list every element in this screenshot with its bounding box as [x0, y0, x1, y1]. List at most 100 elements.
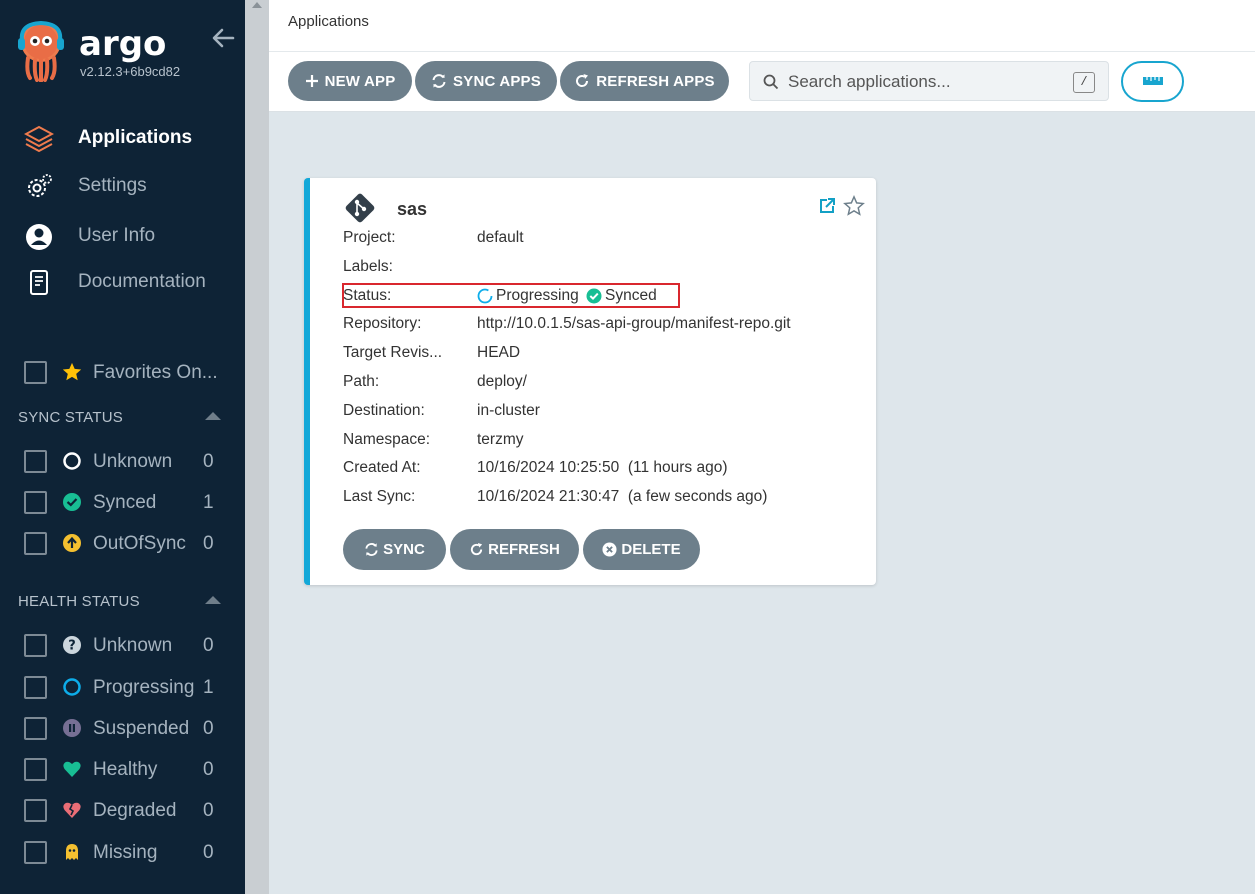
favorites-label: Favorites On... [93, 362, 218, 383]
app-card[interactable]: sas Project: default Labels: Status: Pro… [304, 178, 876, 585]
filter-count: 0 [203, 635, 214, 656]
filter-count: 0 [203, 718, 214, 739]
refresh-apps-label: REFRESH APPS [596, 72, 715, 90]
sidebar-scrollbar[interactable] [245, 0, 269, 894]
sync-status-collapse-toggle[interactable] [205, 412, 221, 420]
filter-label: Unknown [93, 635, 173, 656]
health-progressing-checkbox[interactable] [24, 676, 47, 699]
new-app-label: NEW APP [324, 72, 396, 90]
broken-heart-icon [63, 802, 81, 818]
health-degraded-checkbox[interactable] [24, 799, 47, 822]
health-filter-missing: Missing 0 [0, 835, 245, 871]
refresh-icon [576, 74, 589, 87]
search-shortcut-hint: / [1073, 72, 1095, 93]
argo-logo-icon [18, 20, 64, 82]
labels-label: Labels: [343, 258, 393, 275]
gear-icon [28, 174, 52, 197]
view-toggle-button[interactable] [1121, 61, 1184, 102]
destination-value: in-cluster [477, 402, 540, 419]
refresh-button[interactable]: REFRESH [450, 529, 579, 570]
health-missing-checkbox[interactable] [24, 841, 47, 864]
check-circle-icon [63, 493, 81, 511]
health-status-collapse-toggle[interactable] [205, 596, 221, 604]
book-icon [30, 270, 48, 295]
favorites-filter: Favorites On... [0, 355, 245, 391]
refresh-apps-button[interactable]: REFRESH APPS [560, 61, 729, 101]
sync-apps-label: SYNC APPS [453, 72, 541, 90]
nav-label: User Info [78, 225, 156, 246]
namespace-value: terzmy [477, 431, 524, 448]
target-revision-value: HEAD [477, 344, 521, 361]
sync-filter-outofsync: OutOfSync 0 [0, 526, 245, 562]
sync-filter-unknown: Unknown 0 [0, 444, 245, 480]
sync-status-text: Synced [605, 287, 657, 304]
sync-outofsync-checkbox[interactable] [24, 532, 47, 555]
filter-label: OutOfSync [93, 533, 186, 554]
brand-name: argo [79, 24, 167, 64]
sync-unknown-checkbox[interactable] [24, 450, 47, 473]
favorites-checkbox[interactable] [24, 361, 47, 384]
target-revision-label: Target Revis... [343, 344, 443, 361]
sidebar: argo v2.12.3+6b9cd82 Applications Settin… [0, 0, 245, 894]
nav-documentation[interactable]: Documentation [0, 262, 245, 302]
synced-check-circle-icon [586, 288, 602, 304]
health-filter-healthy: Healthy 0 [0, 752, 245, 788]
star-icon [62, 362, 82, 381]
status-label: Status: [343, 287, 392, 304]
health-unknown-checkbox[interactable] [24, 634, 47, 657]
question-circle-icon: ? [63, 636, 81, 654]
filter-label: Missing [93, 842, 158, 863]
nav-applications[interactable]: Applications [0, 118, 245, 158]
repository-label: Repository: [343, 315, 422, 332]
sync-synced-checkbox[interactable] [24, 491, 47, 514]
filter-count: 1 [203, 492, 214, 513]
app-name[interactable]: sas [397, 199, 427, 220]
external-link-icon[interactable] [818, 197, 836, 215]
new-app-button[interactable]: NEW APP [288, 61, 412, 101]
sync-status-title: SYNC STATUS [18, 409, 123, 426]
sync-icon [365, 543, 378, 556]
toolbar: NEW APP SYNC APPS REFRESH APPS / [269, 52, 1255, 112]
collapse-sidebar-arrow-icon[interactable] [210, 25, 236, 51]
project-value: default [477, 229, 524, 246]
git-diamond-icon [345, 193, 375, 223]
sync-apps-button[interactable]: SYNC APPS [415, 61, 557, 101]
health-status-title: HEALTH STATUS [18, 593, 140, 610]
breadcrumb-title: Applications [288, 13, 369, 30]
health-suspended-checkbox[interactable] [24, 717, 47, 740]
search-input[interactable] [788, 70, 1058, 94]
delete-button[interactable]: DELETE [583, 529, 700, 570]
filter-label: Progressing [93, 677, 195, 698]
search-icon [763, 74, 779, 90]
path-label: Path: [343, 373, 380, 390]
sync-button[interactable]: SYNC [343, 529, 446, 570]
health-healthy-checkbox[interactable] [24, 758, 47, 781]
filter-count: 0 [203, 842, 214, 863]
filter-label: Healthy [93, 759, 158, 780]
nav-label: Documentation [78, 271, 206, 292]
sync-icon [432, 74, 446, 88]
version-label: v2.12.3+6b9cd82 [80, 64, 181, 79]
favorite-star-icon[interactable] [843, 195, 865, 217]
filter-label: Degraded [93, 800, 177, 821]
sync-status: Synced [586, 287, 657, 305]
heart-icon [63, 761, 81, 777]
filter-count: 0 [203, 800, 214, 821]
pause-circle-icon [63, 719, 81, 737]
user-icon [26, 224, 52, 250]
sync-button-label: SYNC [383, 541, 425, 558]
stack-icon [24, 125, 54, 153]
nav-settings[interactable]: Settings [0, 166, 245, 206]
health-filter-suspended: Suspended 0 [0, 711, 245, 747]
created-at-value: 10/16/2024 10:25:50 (11 hours ago) [477, 459, 728, 476]
health-status: Progressing [477, 287, 579, 305]
scroll-up-arrow-icon[interactable] [252, 2, 262, 8]
ghost-icon [66, 844, 78, 860]
health-filter-progressing: Progressing 1 [0, 670, 245, 706]
delete-button-label: DELETE [621, 541, 681, 558]
nav-user-info[interactable]: User Info [0, 216, 245, 256]
refresh-icon [471, 542, 483, 556]
filter-count: 1 [203, 677, 214, 698]
repository-value: http://10.0.1.5/sas-api-group/manifest-r… [477, 315, 791, 332]
status-value: Progressing Synced [477, 287, 657, 309]
